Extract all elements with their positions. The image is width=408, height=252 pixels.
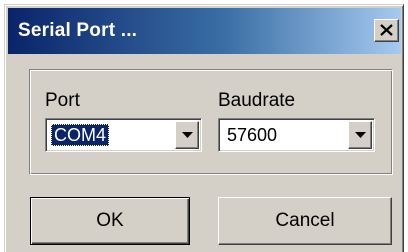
dialog-title: Serial Port ... <box>18 20 138 41</box>
port-select-value: COM4 <box>51 124 110 146</box>
close-button[interactable] <box>374 19 399 42</box>
chevron-down-icon <box>182 132 193 138</box>
cancel-button[interactable]: Cancel <box>218 197 392 245</box>
serial-port-dialog: Serial Port ... Port COM4 Baudrate 57600… <box>4 4 404 252</box>
close-icon <box>380 24 393 36</box>
ok-button[interactable]: OK <box>30 197 190 245</box>
baudrate-label: Baudrate <box>218 90 296 111</box>
baudrate-select-value: 57600 <box>227 125 278 145</box>
baudrate-dropdown-button[interactable] <box>348 121 372 149</box>
port-label: Port <box>45 90 80 111</box>
port-select[interactable]: COM4 <box>45 118 202 152</box>
baudrate-select[interactable]: 57600 <box>218 118 375 152</box>
title-bar[interactable]: Serial Port ... <box>8 8 401 54</box>
chevron-down-icon <box>355 132 366 138</box>
port-dropdown-button[interactable] <box>175 121 199 149</box>
